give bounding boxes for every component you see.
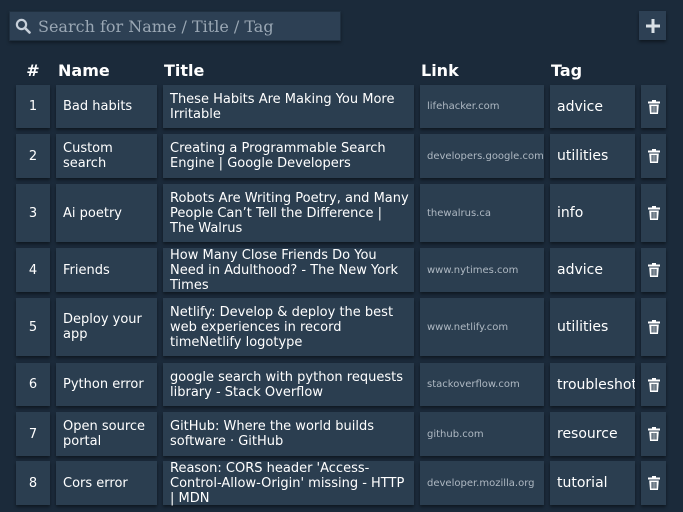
search-input[interactable] — [36, 13, 340, 39]
row-title-text: These Habits Are Making You More Irritab… — [170, 91, 395, 122]
row-name: Ai poetry — [56, 184, 157, 242]
row-name: Deploy your app — [56, 298, 157, 356]
delete-button[interactable] — [641, 134, 666, 178]
header-number: # — [26, 60, 40, 80]
row-tag: tutorial — [550, 461, 635, 505]
row-name-text: Cors error — [63, 475, 128, 491]
delete-button[interactable] — [641, 298, 666, 356]
row-tag: advice — [550, 85, 635, 128]
row-name: Python error — [56, 363, 157, 406]
row-title: Robots Are Writing Poetry, and Many Peop… — [163, 184, 414, 242]
table-row: 3 Ai poetry Robots Are Writing Poetry, and… — [0, 184, 683, 242]
row-name: Custom search — [56, 134, 157, 178]
delete-button[interactable] — [641, 412, 666, 456]
row-name-text: Ai poetry — [63, 205, 122, 221]
row-link[interactable]: developers.google.com — [420, 134, 544, 178]
table-row: 7 Open source portal GitHub: Where the wor… — [0, 412, 683, 456]
row-title-text: Netlify: Develop & deploy the best web e… — [170, 304, 394, 350]
row-name-text: Deploy your app — [63, 312, 142, 342]
table-row: 6 Python error google search with python r… — [0, 363, 683, 406]
row-name-text: Custom search — [63, 141, 113, 171]
row-tag: troubleshot — [550, 363, 635, 406]
table-row: 2 Custom search Creating a Programmable Se… — [0, 134, 683, 178]
delete-button[interactable] — [641, 363, 666, 406]
row-link[interactable]: github.com — [420, 412, 544, 456]
row-title-text: Robots Are Writing Poetry, and Many Peop… — [170, 190, 409, 236]
row-number: 6 — [16, 363, 50, 406]
row-tag: advice — [550, 248, 635, 292]
trash-icon — [647, 263, 660, 277]
header-tag: Tag — [551, 60, 583, 80]
trash-icon — [647, 149, 660, 163]
trash-icon — [647, 206, 660, 220]
trash-icon — [647, 427, 660, 441]
delete-button[interactable] — [641, 461, 666, 505]
row-title-text: Creating a Programmable Search Engine | … — [170, 141, 386, 171]
trash-icon — [647, 320, 660, 334]
header-title: Title — [164, 60, 205, 80]
row-number: 8 — [16, 461, 50, 505]
row-number: 3 — [16, 184, 50, 242]
row-number: 2 — [16, 134, 50, 178]
row-tag: info — [550, 184, 635, 242]
row-tag: utilities — [550, 298, 635, 356]
trash-icon — [647, 476, 660, 490]
trash-icon — [647, 377, 660, 392]
row-name-text: Open source portal — [63, 419, 146, 449]
row-link[interactable]: thewalrus.ca — [420, 184, 544, 242]
delete-button[interactable] — [641, 248, 666, 292]
header-name: Name — [58, 60, 110, 80]
row-title-text: Reason: CORS header 'Access-Control-Allo… — [170, 460, 405, 506]
row-title: These Habits Are Making You More Irritab… — [163, 85, 414, 128]
add-bookmark-button[interactable] — [639, 11, 666, 40]
row-title: How Many Close Friends Do You Need in Ad… — [163, 247, 414, 293]
row-title-text: GitHub: Where the world builds software … — [170, 419, 374, 449]
row-name: Cors error — [56, 461, 157, 505]
table-row: 5 Deploy your app Netlify: Develop & deplo… — [0, 298, 683, 356]
row-title: Netlify: Develop & deploy the best web e… — [163, 298, 414, 356]
row-link[interactable]: www.nytimes.com — [420, 248, 544, 292]
table-row: 4 Friends How Many Close Friends Do You Ne… — [0, 247, 683, 293]
trash-icon — [647, 99, 660, 114]
delete-button[interactable] — [641, 184, 666, 242]
row-link[interactable]: developer.mozilla.org — [420, 461, 544, 505]
row-name-text: Friends — [63, 262, 110, 278]
row-title: Creating a Programmable Search Engine | … — [163, 134, 414, 178]
row-title: Reason: CORS header 'Access-Control-Allo… — [163, 460, 414, 506]
row-name-text: Bad habits — [63, 99, 133, 114]
row-title-text: How Many Close Friends Do You Need in Ad… — [170, 247, 399, 293]
table-row: 8 Cors error Reason: CORS header 'Access-C… — [0, 460, 683, 506]
row-tag: resource — [550, 412, 635, 456]
row-link[interactable]: www.netlify.com — [420, 298, 544, 356]
row-name: Open source portal — [56, 412, 157, 456]
row-title-text: google search with python requests libra… — [170, 369, 403, 400]
header-link: Link — [421, 60, 459, 80]
search-bar[interactable] — [9, 11, 341, 41]
delete-button[interactable] — [641, 85, 666, 128]
row-name-text: Python error — [63, 377, 144, 392]
plus-icon — [645, 18, 660, 33]
row-name: Friends — [56, 248, 157, 292]
table-row: 1 Bad habits These Habits Are Making You M… — [0, 85, 683, 128]
row-title: GitHub: Where the world builds software … — [163, 412, 414, 456]
row-number: 7 — [16, 412, 50, 456]
row-number: 1 — [16, 85, 50, 128]
row-title: google search with python requests libra… — [163, 363, 414, 406]
row-link[interactable]: stackoverflow.com — [420, 363, 544, 406]
row-number: 5 — [16, 298, 50, 356]
row-tag: utilities — [550, 134, 635, 178]
row-name: Bad habits — [56, 85, 157, 128]
search-icon — [10, 11, 36, 41]
row-link[interactable]: lifehacker.com — [420, 85, 544, 128]
row-number: 4 — [16, 248, 50, 292]
